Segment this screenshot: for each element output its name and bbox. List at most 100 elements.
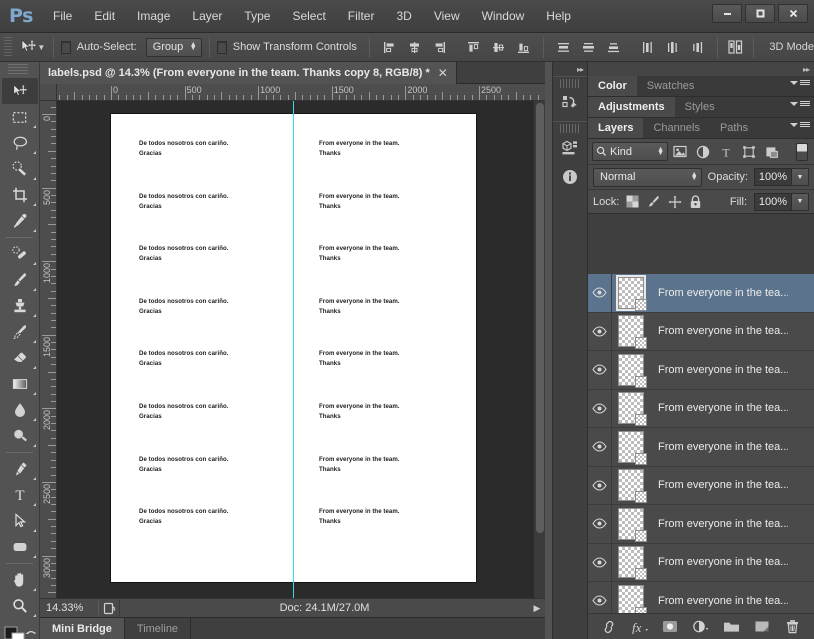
menu-window[interactable]: Window: [471, 0, 536, 33]
tool-eyedropper[interactable]: [2, 208, 38, 234]
tab-styles[interactable]: Styles: [675, 97, 725, 117]
tool-dodge[interactable]: [2, 423, 38, 449]
layer-thumbnail-wrapper[interactable]: [612, 507, 650, 542]
layer-visibility-toggle[interactable]: [588, 543, 612, 581]
tool-move[interactable]: [1, 78, 38, 104]
tab-paths[interactable]: Paths: [710, 118, 758, 138]
link-layers-icon[interactable]: [598, 617, 620, 637]
tab-swatches[interactable]: Swatches: [637, 76, 705, 96]
layer-thumbnail-wrapper[interactable]: [612, 392, 650, 427]
menu-view[interactable]: View: [423, 0, 471, 33]
auto-select-checkbox[interactable]: [60, 40, 71, 54]
layer-mask-icon[interactable]: [659, 617, 681, 637]
status-menu-arrow-icon[interactable]: ▶: [529, 603, 545, 614]
options-bar-grip[interactable]: [4, 37, 13, 57]
pixel-layer-filter-icon[interactable]: [669, 142, 691, 162]
menu-image[interactable]: Image: [126, 0, 181, 33]
layer-visibility-toggle[interactable]: [588, 428, 612, 466]
close-icon[interactable]: ✕: [438, 66, 448, 80]
adjustments-panel-menu-icon[interactable]: [790, 101, 810, 106]
tool-rounded-rectangle[interactable]: [2, 534, 38, 560]
document-tab[interactable]: labels.psd @ 14.3% (From everyone in the…: [40, 62, 457, 84]
filter-kind-select[interactable]: Kind ▲ ▼: [592, 142, 668, 161]
lock-transparent-pixels-button[interactable]: [626, 195, 639, 208]
blend-mode-select[interactable]: Normal ▲ ▼: [593, 167, 702, 187]
filter-enable-toggle[interactable]: [796, 142, 808, 161]
tool-hand[interactable]: [2, 567, 38, 593]
history-icon[interactable]: [556, 89, 584, 117]
info-icon[interactable]: [556, 163, 584, 191]
fill-value[interactable]: 100%: [754, 192, 792, 211]
layers-list[interactable]: From everyone in the tea... From everyone…: [588, 274, 814, 613]
dock-collapse-button[interactable]: ▸▸: [553, 62, 587, 76]
menu-help[interactable]: Help: [535, 0, 582, 33]
menu-select[interactable]: Select: [281, 0, 336, 33]
menu-file[interactable]: File: [42, 0, 83, 33]
layer-visibility-toggle[interactable]: [588, 505, 612, 543]
color-swatches[interactable]: [0, 623, 39, 639]
tab-channels[interactable]: Channels: [643, 118, 709, 138]
bottom-tab-mini-bridge[interactable]: Mini Bridge: [40, 618, 125, 639]
fill-slider-button[interactable]: ▼: [792, 192, 809, 211]
tool-zoom[interactable]: [2, 593, 38, 619]
move-tool-icon[interactable]: [18, 36, 37, 58]
3d-icon[interactable]: [556, 134, 584, 162]
tool-brush[interactable]: [2, 267, 38, 293]
tool-spot-healing-brush[interactable]: [2, 241, 38, 267]
close-button[interactable]: [778, 4, 808, 23]
align-bottom-edges-button[interactable]: [513, 37, 534, 57]
layer-visibility-toggle[interactable]: [588, 312, 612, 350]
new-adjustment-layer-icon[interactable]: [690, 617, 712, 637]
tool-history-brush[interactable]: [2, 319, 38, 345]
layer-visibility-toggle[interactable]: [588, 466, 612, 504]
layer-row[interactable]: From everyone in the tea...: [588, 466, 814, 505]
opacity-value[interactable]: 100%: [754, 168, 792, 186]
layer-row[interactable]: From everyone in the tea...: [588, 389, 814, 428]
tool-rectangular-marquee[interactable]: [2, 104, 38, 130]
menu-3d[interactable]: 3D: [385, 0, 422, 33]
tool-blur[interactable]: [2, 397, 38, 423]
menu-edit[interactable]: Edit: [83, 0, 126, 33]
tool-crop[interactable]: [2, 182, 38, 208]
opacity-slider-button[interactable]: ▼: [792, 168, 809, 186]
tab-color[interactable]: Color: [588, 76, 637, 96]
layers-panel-menu-icon[interactable]: [790, 122, 810, 127]
layer-row[interactable]: From everyone in the tea...: [588, 505, 814, 544]
vertical-ruler[interactable]: 0 500 1000 1500 2000 2500 3000: [40, 101, 57, 598]
dock-grip[interactable]: [560, 79, 580, 88]
distribute-left-edges-button[interactable]: [637, 37, 658, 57]
distribute-bottom-edges-button[interactable]: [603, 37, 624, 57]
menu-type[interactable]: Type: [233, 0, 281, 33]
align-right-edges-button[interactable]: [429, 37, 450, 57]
align-left-edges-button[interactable]: [379, 37, 400, 57]
layer-thumbnail-wrapper[interactable]: [612, 469, 650, 504]
layer-visibility-toggle[interactable]: [588, 389, 612, 427]
distribute-vertical-centers-button[interactable]: [578, 37, 599, 57]
tool-eraser[interactable]: [2, 345, 38, 371]
vertical-scrollbar[interactable]: [533, 101, 545, 598]
distribute-horizontal-centers-button[interactable]: [662, 37, 683, 57]
layer-row[interactable]: From everyone in the tea...: [588, 428, 814, 467]
layer-thumbnail-wrapper[interactable]: [612, 546, 650, 581]
show-transform-controls-checkbox[interactable]: [216, 40, 227, 54]
tool-clone-stamp[interactable]: [2, 293, 38, 319]
distribute-top-edges-button[interactable]: [553, 37, 574, 57]
layer-style-icon[interactable]: fx: [629, 617, 651, 637]
layer-thumbnail-wrapper[interactable]: [612, 353, 650, 388]
align-horizontal-centers-button[interactable]: [404, 37, 425, 57]
toolbox-grip[interactable]: [8, 64, 28, 76]
vertical-guide[interactable]: [293, 101, 294, 598]
layer-thumbnail-wrapper[interactable]: [612, 274, 650, 311]
layer-thumbnail-wrapper[interactable]: [612, 430, 650, 465]
tool-pen[interactable]: [2, 456, 38, 482]
tool-quick-selection[interactable]: [2, 156, 38, 182]
tool-gradient[interactable]: [2, 371, 38, 397]
type-layer-filter-icon[interactable]: T: [715, 142, 737, 162]
layer-thumbnail-wrapper[interactable]: [612, 315, 650, 350]
vertical-scrollbar-thumb[interactable]: [536, 103, 544, 533]
dock-grip[interactable]: [560, 124, 580, 133]
align-vertical-centers-button[interactable]: [488, 37, 509, 57]
tool-lasso[interactable]: [2, 130, 38, 156]
auto-align-layers-button[interactable]: [727, 36, 745, 58]
menu-filter[interactable]: Filter: [337, 0, 386, 33]
